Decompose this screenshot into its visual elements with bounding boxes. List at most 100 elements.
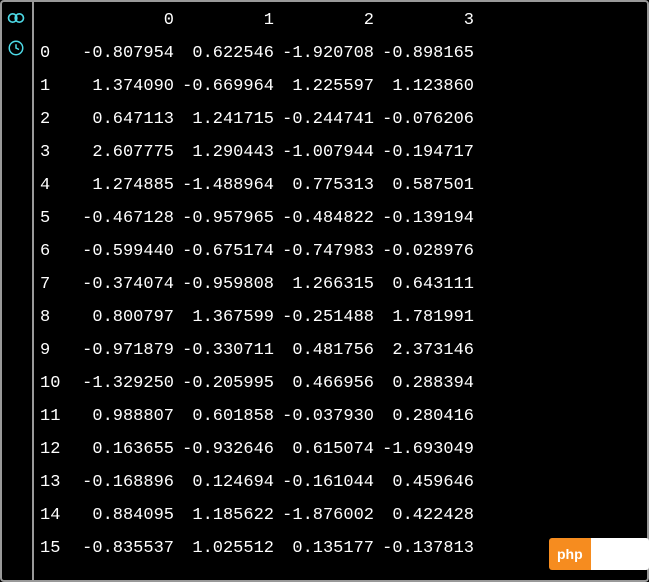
cell-value: 0.124694 — [174, 466, 274, 499]
row-index: 9 — [40, 334, 74, 367]
watermark-label: php — [549, 538, 591, 570]
cell-value: 0.459646 — [374, 466, 474, 499]
table-row: 11 0.988807 0.601858-0.037930 0.280416 — [40, 400, 645, 433]
cell-value: -1.007944 — [274, 136, 374, 169]
cell-value: -0.835537 — [74, 532, 174, 565]
cell-value: -0.747983 — [274, 235, 374, 268]
cell-value: 1.266315 — [274, 268, 374, 301]
table-row: 9-0.971879-0.330711 0.481756 2.373146 — [40, 334, 645, 367]
column-header: 3 — [374, 4, 474, 37]
cell-value: 1.123860 — [374, 70, 474, 103]
row-index: 4 — [40, 169, 74, 202]
column-header: 1 — [174, 4, 274, 37]
cell-value: -0.251488 — [274, 301, 374, 334]
row-index: 12 — [40, 433, 74, 466]
table-row: 6-0.599440-0.675174-0.747983-0.028976 — [40, 235, 645, 268]
cell-value: 0.481756 — [274, 334, 374, 367]
column-header-row: . 0 1 2 3 — [40, 4, 645, 37]
cell-value: -0.599440 — [74, 235, 174, 268]
cell-value: -1.329250 — [74, 367, 174, 400]
cell-value: 0.988807 — [74, 400, 174, 433]
table-row: 7-0.374074-0.959808 1.266315 0.643111 — [40, 268, 645, 301]
sidebar — [0, 0, 34, 582]
cell-value: 1.781991 — [374, 301, 474, 334]
cell-value: -0.971879 — [74, 334, 174, 367]
watermark-blank — [591, 538, 649, 570]
cell-value: -0.374074 — [74, 268, 174, 301]
cell-value: -1.693049 — [374, 433, 474, 466]
cell-value: -0.137813 — [374, 532, 474, 565]
cell-value: -1.488964 — [174, 169, 274, 202]
table-row: 3 2.607775 1.290443-1.007944-0.194717 — [40, 136, 645, 169]
cell-value: 0.622546 — [174, 37, 274, 70]
cell-value: -0.932646 — [174, 433, 274, 466]
row-index: 2 — [40, 103, 74, 136]
cell-value: -0.076206 — [374, 103, 474, 136]
cell-value: -0.168896 — [74, 466, 174, 499]
cell-value: 0.422428 — [374, 499, 474, 532]
table-row: 8 0.800797 1.367599-0.251488 1.781991 — [40, 301, 645, 334]
cell-value: 0.884095 — [74, 499, 174, 532]
cell-value: -0.675174 — [174, 235, 274, 268]
cell-value: 0.615074 — [274, 433, 374, 466]
row-index: 8 — [40, 301, 74, 334]
row-index: 14 — [40, 499, 74, 532]
cell-value: 0.288394 — [374, 367, 474, 400]
row-index: 15 — [40, 532, 74, 565]
row-index: 3 — [40, 136, 74, 169]
row-index: 5 — [40, 202, 74, 235]
table-row: 1 1.374090-0.669964 1.225597 1.123860 — [40, 70, 645, 103]
column-header: 0 — [74, 4, 174, 37]
row-index: 6 — [40, 235, 74, 268]
cell-value: 0.280416 — [374, 400, 474, 433]
cell-value: 1.241715 — [174, 103, 274, 136]
cell-value: -0.484822 — [274, 202, 374, 235]
table-row: 2 0.647113 1.241715-0.244741-0.076206 — [40, 103, 645, 136]
cell-value: 2.373146 — [374, 334, 474, 367]
table-row: 5-0.467128-0.957965-0.484822-0.139194 — [40, 202, 645, 235]
table-row: 10-1.329250-0.205995 0.466956 0.288394 — [40, 367, 645, 400]
column-header: 2 — [274, 4, 374, 37]
table-row: 13-0.168896 0.124694-0.161044 0.459646 — [40, 466, 645, 499]
cell-value: 0.775313 — [274, 169, 374, 202]
cell-value: -0.807954 — [74, 37, 174, 70]
cell-value: -0.898165 — [374, 37, 474, 70]
cell-value: -0.037930 — [274, 400, 374, 433]
cell-value: -0.669964 — [174, 70, 274, 103]
cell-value: 1.374090 — [74, 70, 174, 103]
history-icon[interactable] — [6, 38, 26, 58]
cell-value: 0.647113 — [74, 103, 174, 136]
cell-value: 1.185622 — [174, 499, 274, 532]
cell-value: -0.194717 — [374, 136, 474, 169]
cell-value: -0.957965 — [174, 202, 274, 235]
cell-value: -0.028976 — [374, 235, 474, 268]
variables-icon[interactable] — [6, 8, 26, 28]
cell-value: -1.920708 — [274, 37, 374, 70]
row-index: 11 — [40, 400, 74, 433]
cell-value: -0.161044 — [274, 466, 374, 499]
cell-value: -0.205995 — [174, 367, 274, 400]
cell-value: 1.367599 — [174, 301, 274, 334]
cell-value: -0.959808 — [174, 268, 274, 301]
cell-value: 1.290443 — [174, 136, 274, 169]
cell-value: 0.800797 — [74, 301, 174, 334]
dataframe-output: . 0 1 2 3 0-0.807954 0.622546-1.920708-0… — [40, 4, 645, 578]
cell-value: 0.466956 — [274, 367, 374, 400]
cell-value: 0.643111 — [374, 268, 474, 301]
cell-value: -0.467128 — [74, 202, 174, 235]
cell-value: -0.139194 — [374, 202, 474, 235]
table-row: 0-0.807954 0.622546-1.920708-0.898165 — [40, 37, 645, 70]
table-row: 14 0.884095 1.185622-1.876002 0.422428 — [40, 499, 645, 532]
cell-value: 0.601858 — [174, 400, 274, 433]
table-row: 4 1.274885-1.488964 0.775313 0.587501 — [40, 169, 645, 202]
cell-value: 1.225597 — [274, 70, 374, 103]
cell-value: 1.025512 — [174, 532, 274, 565]
row-index: 13 — [40, 466, 74, 499]
cell-value: -0.330711 — [174, 334, 274, 367]
row-index: 0 — [40, 37, 74, 70]
cell-value: 0.163655 — [74, 433, 174, 466]
cell-value: 1.274885 — [74, 169, 174, 202]
row-index: 7 — [40, 268, 74, 301]
cell-value: -1.876002 — [274, 499, 374, 532]
row-index: 1 — [40, 70, 74, 103]
